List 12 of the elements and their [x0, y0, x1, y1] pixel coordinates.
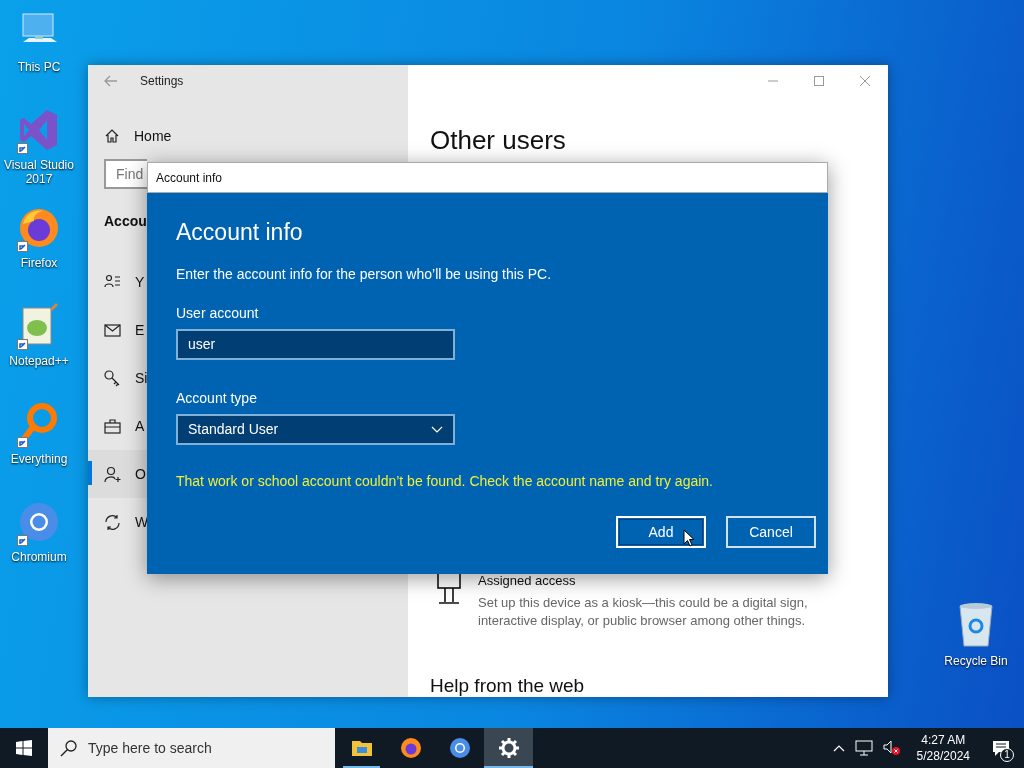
section-heading: Help from the web [430, 675, 585, 697]
section-heading: Accou [104, 212, 147, 231]
page-heading: Other users [430, 124, 566, 157]
field-label: Account type [176, 388, 257, 408]
error-message: That work or school account couldn’t be found. Check the account name and try again. [176, 471, 713, 491]
window-title: Settings [140, 73, 184, 90]
dialog-heading: Account info [176, 218, 303, 247]
instruction-text: Enter the account info for the person who’ll be using this PC. [176, 264, 552, 284]
notification-count: 1 [1000, 748, 1014, 762]
option-description: Set up this device as a kiosk—this could be a digital sign, interactive display, or public browser among other things. [478, 593, 809, 630]
field-label: User account [176, 303, 259, 323]
dialog-title: Account info [156, 169, 223, 187]
